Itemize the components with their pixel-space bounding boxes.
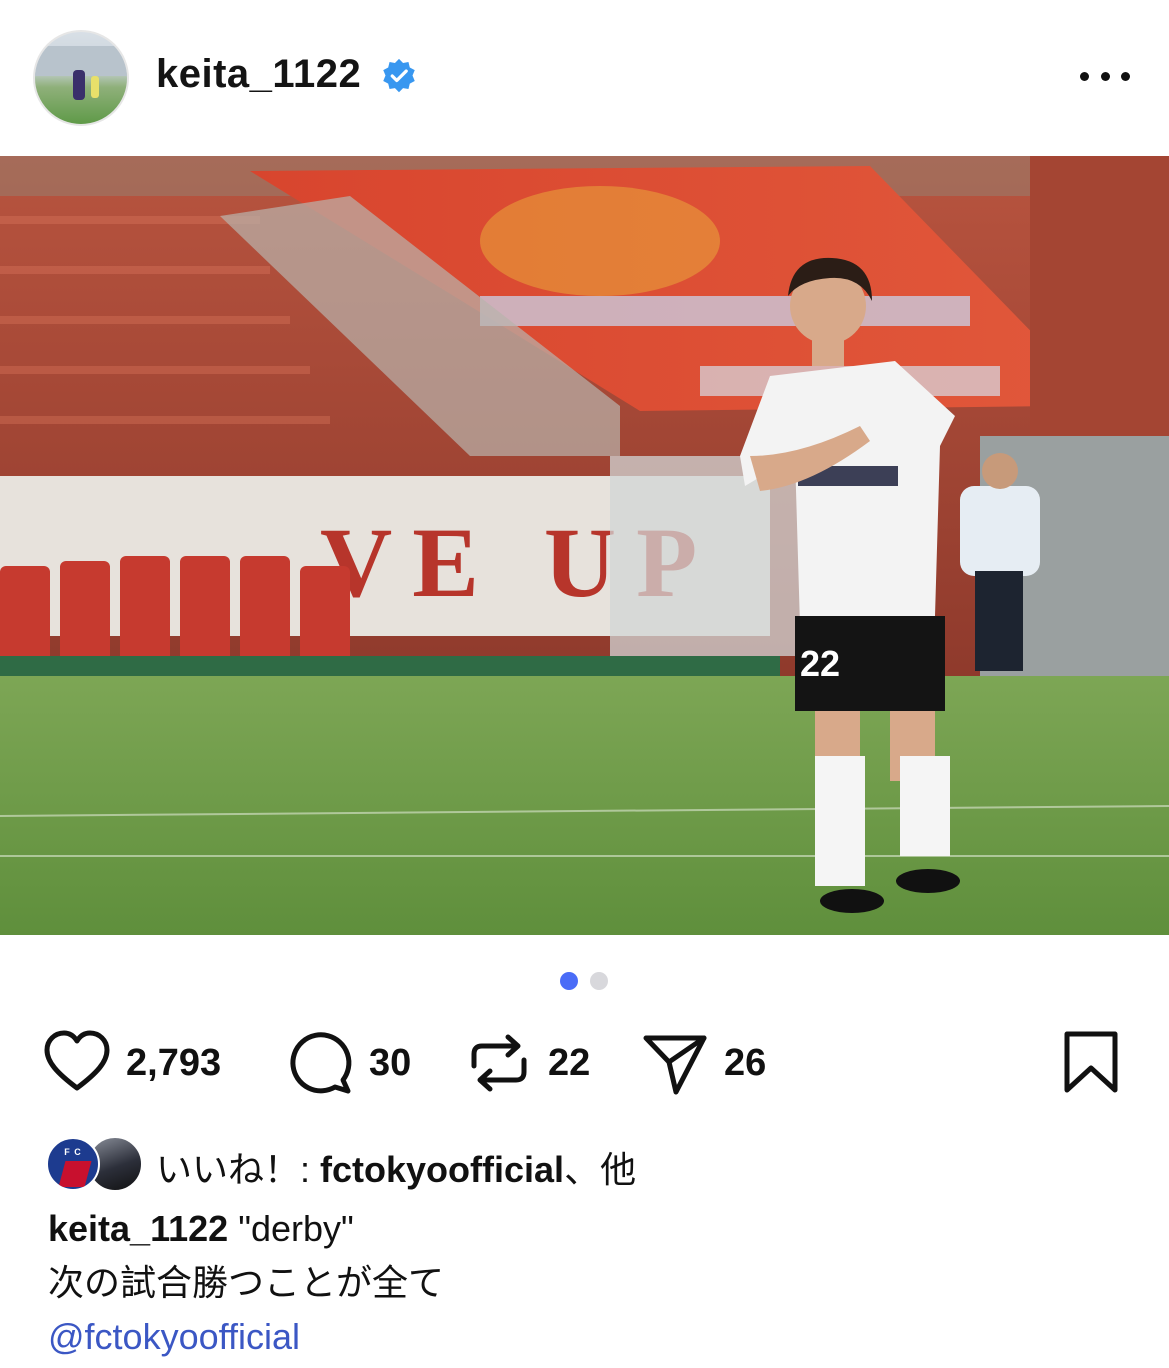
- comment-count: 30: [369, 1041, 412, 1084]
- carousel-indicator: [560, 972, 610, 990]
- post-photo-illustration: VE UP 22: [0, 156, 1169, 935]
- liked-by-line[interactable]: F C いいね！: fctokyoofficial、他: [46, 1135, 1146, 1193]
- more-dot: [1100, 71, 1110, 81]
- carousel-dot[interactable]: [590, 972, 608, 990]
- header-username[interactable]: keita_1122: [156, 52, 361, 97]
- avatar-logo-stripe: [58, 1161, 92, 1187]
- action-bar: 2,793 30 22 26: [0, 1028, 1169, 1098]
- carousel-dot-active: [560, 972, 578, 990]
- avatar-player-figure-2: [91, 76, 99, 98]
- svg-text:22: 22: [800, 643, 840, 684]
- save-button[interactable]: [1056, 1028, 1126, 1098]
- caption-title: "derby": [228, 1208, 354, 1249]
- more-dot: [1121, 71, 1130, 81]
- heart-icon: [44, 1030, 110, 1091]
- repost-count: 22: [548, 1041, 591, 1084]
- repost-icon: [471, 1034, 527, 1092]
- liked-by-prefix: いいね！:: [156, 1149, 321, 1190]
- comment-bubble-icon: [290, 1032, 352, 1094]
- liked-by-suffix[interactable]: 、他: [564, 1149, 636, 1190]
- profile-avatar[interactable]: [33, 30, 129, 126]
- caption-mention[interactable]: @fctokyoofficial: [48, 1310, 1148, 1364]
- caption-line-1: keita_1122 "derby": [48, 1202, 1148, 1256]
- caption-line-2: 次の試合勝つことが全て: [48, 1262, 445, 1303]
- send-icon: [643, 1035, 707, 1095]
- share-count: 26: [724, 1041, 767, 1084]
- post-caption: keita_1122 "derby" 次の試合勝つことが全て @fctokyoo…: [48, 1202, 1148, 1364]
- share-button[interactable]: 26: [640, 1028, 766, 1098]
- post-photo[interactable]: VE UP 22: [0, 156, 1169, 935]
- repost-button[interactable]: 22: [464, 1028, 590, 1098]
- avatar-player-figure: [73, 70, 85, 100]
- like-count: 2,793: [126, 1041, 222, 1084]
- bookmark-icon: [1064, 1031, 1118, 1093]
- liker-avatar-fctokyo[interactable]: F C: [46, 1137, 100, 1191]
- liked-by-user[interactable]: fctokyoofficial: [320, 1149, 564, 1190]
- like-button[interactable]: 2,793: [42, 1028, 221, 1098]
- liked-by-text: いいね！: fctokyoofficial、他: [156, 1141, 636, 1193]
- verified-badge-icon: [383, 58, 415, 93]
- post-header: keita_1122: [0, 0, 1169, 156]
- caption-username[interactable]: keita_1122: [48, 1208, 228, 1249]
- avatar-logo-text: F C: [64, 1147, 82, 1157]
- comment-button[interactable]: 30: [285, 1028, 411, 1098]
- more-options-icon[interactable]: [1080, 64, 1130, 88]
- more-dot: [1080, 71, 1089, 81]
